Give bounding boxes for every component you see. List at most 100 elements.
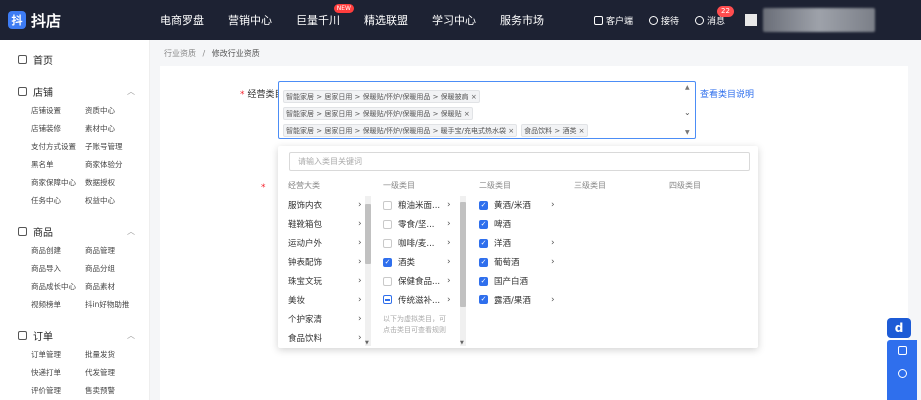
sidebar-section-order[interactable]: 订单 ︿ [0,328,149,343]
checkbox-checked[interactable]: ✓ [479,295,488,305]
selected-category-tag[interactable]: 食品饮料 > 酒类 × [521,124,588,137]
list-item[interactable]: 美妆 › [288,290,364,309]
sidebar-link[interactable]: 素材中心 [85,120,145,138]
reception-button[interactable]: 接待 [648,14,679,27]
sidebar-link[interactable]: 支付方式设置 [31,138,85,156]
list-item[interactable]: 服饰内衣 › [288,196,364,215]
sidebar-item-home[interactable]: 首页 [0,40,149,67]
scrollbar[interactable]: ▼ [460,196,466,346]
sidebar-link[interactable]: 商品成长中心 [31,278,85,296]
assistant-logo-button[interactable]: d [887,318,911,338]
list-item[interactable]: ✓ 酒类 › [383,253,459,272]
sidebar-link[interactable]: 商品导入 [31,260,85,278]
checkbox-checked[interactable]: ✓ [479,276,488,286]
sidebar-link[interactable]: 黑名单 [31,156,85,174]
chevron-right-icon: › [447,276,451,286]
topnav-item-compass[interactable]: 电商罗盘 [160,12,204,28]
scroll-up-icon[interactable]: ▲ [685,84,690,91]
checkbox[interactable] [383,238,392,248]
sidebar-link[interactable]: 商品分组 [85,260,145,278]
list-item[interactable]: ✓ 黄酒/米酒 › [479,196,559,215]
selected-category-tag[interactable]: 智能家居 > 居家日用 > 保暖贴/怀炉/保暖用品 > 保暖贴 × [283,107,473,120]
topnav-item-service-market[interactable]: 服务市场 [500,12,544,28]
sidebar-link[interactable]: 数据授权 [85,174,145,192]
list-item[interactable]: 粮油米面... › [383,196,459,215]
list-item[interactable]: 传统滋补... › [383,290,459,309]
checkbox-checked[interactable]: ✓ [479,219,488,229]
list-item[interactable]: 保健食品... › [383,272,459,291]
topnav-item-alliance[interactable]: 精选联盟 [364,12,408,28]
category-search-input[interactable]: 请输入类目关键词 [289,152,750,171]
list-item[interactable]: ✓ 国产白酒 [479,272,559,291]
sidebar-link[interactable]: 批量发货 [85,346,145,364]
avatar[interactable] [745,14,757,26]
scrollbar-thumb[interactable] [365,204,371,264]
scroll-down-icon[interactable]: ▼ [460,340,464,346]
category-label: 保健食品... [398,277,441,287]
sidebar-link[interactable]: 商家体验分 [85,156,145,174]
sidebar-section-store[interactable]: 店铺 ︿ [0,84,149,99]
sidebar-link[interactable]: 商品素材 [85,278,145,296]
chevron-down-icon[interactable]: ⌄ [684,108,691,117]
sidebar-link[interactable]: 资质中心 [85,102,145,120]
checkbox-checked[interactable]: ✓ [479,257,488,267]
account-name-blurred[interactable] [763,8,875,32]
sidebar-section-product[interactable]: 商品 ︿ [0,224,149,239]
list-item[interactable]: 鞋靴箱包 › [288,215,364,234]
list-item[interactable]: ✓ 露酒/果酒 › [479,290,559,309]
list-item[interactable]: 咖啡/麦... › [383,234,459,253]
virtual-category-note: 以下为虚拟类目，可 点击类目可查看规则 [383,315,446,334]
sidebar-link[interactable]: 售卖预警 [85,382,145,400]
list-item[interactable]: 个护家清 › [288,309,364,328]
checkbox[interactable] [383,276,392,286]
messages-button[interactable]: 消息 22 [694,5,734,27]
list-item[interactable]: 珠宝文玩 › [288,272,364,291]
list-item[interactable]: ✓ 葡萄酒 › [479,253,559,272]
client-button[interactable]: 客户端 [593,14,633,27]
sidebar-link[interactable]: 商品创建 [31,242,85,260]
view-category-help-link[interactable]: 查看类目说明 [700,87,754,100]
topnav-item-marketing[interactable]: 营销中心 [228,12,272,28]
chevron-up-icon: ︿ [127,227,135,236]
scroll-down-icon[interactable]: ▼ [685,129,690,136]
checkbox-checked[interactable]: ✓ [383,257,392,267]
scroll-down-icon[interactable]: ▼ [365,340,369,346]
sidebar-link[interactable]: 商家保障中心 [31,174,85,192]
list-item[interactable]: 钟表配饰 › [288,253,364,272]
checkbox-indeterminate[interactable] [383,295,392,305]
list-item[interactable]: 零食/坚... › [383,215,459,234]
tag-scrollbar[interactable]: ▲ ⌄ ▼ [683,84,693,136]
book-icon[interactable] [898,346,907,355]
brand-logo[interactable]: 抖 抖店 [0,10,140,31]
checkbox[interactable] [383,200,392,210]
sidebar-link[interactable]: 视频榜单 [31,296,85,314]
category-multiselect[interactable]: 智能家居 > 居家日用 > 保暖贴/怀炉/保暖用品 > 保暖披肩 × 智能家居 … [278,81,696,139]
list-item[interactable]: ✓ 啤酒 [479,215,559,234]
sidebar-link[interactable]: 抖in好物助推 [85,296,145,314]
sidebar-link[interactable]: 权益中心 [85,192,145,210]
sidebar-link[interactable]: 店铺装修 [31,120,85,138]
checkbox-checked[interactable]: ✓ [479,200,488,210]
sidebar-link[interactable]: 评价管理 [31,382,85,400]
sidebar-link[interactable]: 子账号管理 [85,138,145,156]
scrollbar-thumb[interactable] [460,202,466,307]
topnav-item-learning[interactable]: 学习中心 [432,12,476,28]
sidebar-link[interactable]: 任务中心 [31,192,85,210]
list-item[interactable]: 运动户外 › [288,234,364,253]
checkbox[interactable] [383,219,392,229]
category-label: 食品饮料 [288,333,323,344]
chat-icon[interactable] [898,369,907,378]
sidebar-link[interactable]: 代发管理 [85,364,145,382]
sidebar-link[interactable]: 快递打单 [31,364,85,382]
topnav-item-qianchuan[interactable]: 巨量千川 NEW [296,4,354,28]
sidebar-link[interactable]: 订单管理 [31,346,85,364]
list-item[interactable]: 食品饮料 › [288,328,364,347]
checkbox-checked[interactable]: ✓ [479,238,488,248]
sidebar-link[interactable]: 店铺设置 [31,102,85,120]
scrollbar[interactable]: ▼ [365,196,371,346]
sidebar-link[interactable]: 商品管理 [85,242,145,260]
list-item[interactable]: ✓ 洋酒 › [479,234,559,253]
selected-category-tag[interactable]: 智能家居 > 居家日用 > 保暖贴/怀炉/保暖用品 > 暖手宝/充电式热水袋 × [283,124,518,137]
breadcrumb-parent[interactable]: 行业资质 [164,49,196,58]
selected-category-tag[interactable]: 智能家居 > 居家日用 > 保暖贴/怀炉/保暖用品 > 保暖披肩 × [283,90,480,103]
